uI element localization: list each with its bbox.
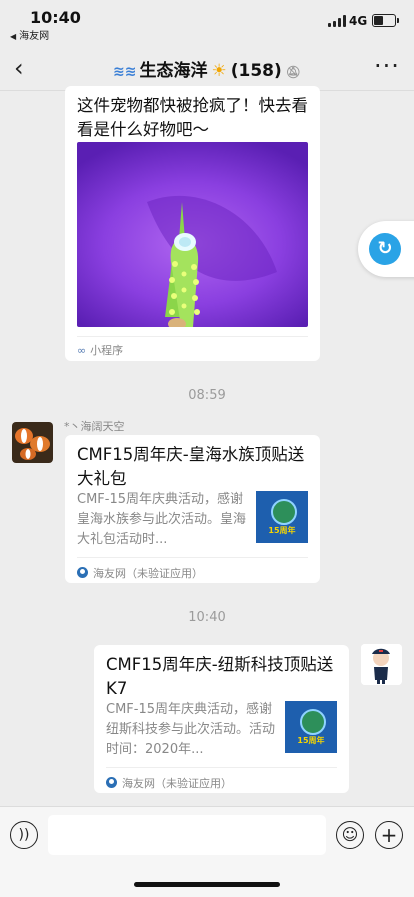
link-card-desc: CMF-15周年庆典活动，感谢皇海水族参与此次活动。皇海大礼包活动时... <box>77 492 247 547</box>
link-card-title: CMF15周年庆-纽斯科技顶贴送K7 <box>106 655 334 698</box>
message-input[interactable] <box>48 815 326 855</box>
home-indicator <box>134 882 280 887</box>
link-card-thumbnail: 15周年 <box>285 701 337 753</box>
timestamp: 08:59 <box>188 388 226 403</box>
status-time: 10:40 <box>30 8 81 27</box>
coral-image[interactable] <box>77 142 308 327</box>
link-card[interactable]: CMF15周年庆-纽斯科技顶贴送K7 CMF-15周年庆典活动，感谢纽斯科技参与… <box>94 645 349 793</box>
avatar[interactable] <box>12 422 53 463</box>
add-icon[interactable]: + <box>375 821 403 849</box>
mute-icon: 🔕︎ <box>285 65 301 79</box>
status-bar: 10:40 ◀ 海友网 4G <box>0 0 414 44</box>
network-label: 4G <box>349 14 368 28</box>
sender-name: *丶海阔天空 <box>64 420 125 433</box>
voice-icon[interactable]: )) <box>10 821 38 849</box>
my-avatar[interactable] <box>361 644 402 685</box>
timestamp: 10:40 <box>188 610 226 625</box>
chat-title: ≋≋ 生态海洋 ☀ (158) 🔕︎ <box>0 56 414 81</box>
link-card-footer: 海友网（未验证应用） <box>77 565 203 581</box>
link-card[interactable]: CMF15周年庆-皇海水族顶贴送大礼包 CMF-15周年庆典活动，感谢皇海水族参… <box>65 435 320 583</box>
logo-icon <box>271 499 297 525</box>
mini-program-footer: ∞ 小程序 <box>77 342 123 358</box>
app-source-label: 海友网（未验证应用） <box>122 777 232 790</box>
sun-icon: ☀ <box>211 61 227 81</box>
app-icon <box>77 567 88 578</box>
back-triangle-icon: ◀ <box>10 32 17 41</box>
mini-program-text: 这件宠物都快被抢疯了！快去看看是什么好物吧～ <box>77 96 308 139</box>
member-count: (158) <box>230 61 282 81</box>
signal-icon <box>328 15 346 27</box>
back-app-label: 海友网 <box>19 31 50 42</box>
refresh-icon: ↻ <box>369 233 401 265</box>
link-card-desc: CMF-15周年庆典活动，感谢纽斯科技参与此次活动。活动时间：2020年... <box>106 702 276 757</box>
group-name: 生态海洋 <box>139 61 208 81</box>
thumbnail-text: 15周年 <box>268 526 296 535</box>
emoji-icon[interactable]: ☺ <box>336 821 364 849</box>
back-to-app-link[interactable]: ◀ 海友网 <box>10 27 49 42</box>
more-icon[interactable]: ··· <box>374 52 400 80</box>
app-icon <box>106 777 117 788</box>
wave-icon: ≋≋ <box>113 64 137 80</box>
thumbnail-text: 15周年 <box>297 736 325 745</box>
link-card-thumbnail: 15周年 <box>256 491 308 543</box>
logo-icon <box>300 709 326 735</box>
link-card-title: CMF15周年庆-皇海水族顶贴送大礼包 <box>77 445 305 488</box>
floating-widget-button[interactable]: ↻ <box>358 221 414 277</box>
mini-program-label: 小程序 <box>90 344 124 357</box>
link-card-footer: 海友网（未验证应用） <box>106 775 232 791</box>
link-icon: ∞ <box>77 344 87 357</box>
chat-nav-bar: ‹ ≋≋ 生态海洋 ☀ (158) 🔕︎ ··· <box>0 44 414 91</box>
battery-icon <box>372 14 399 27</box>
app-source-label: 海友网（未验证应用） <box>93 567 203 580</box>
